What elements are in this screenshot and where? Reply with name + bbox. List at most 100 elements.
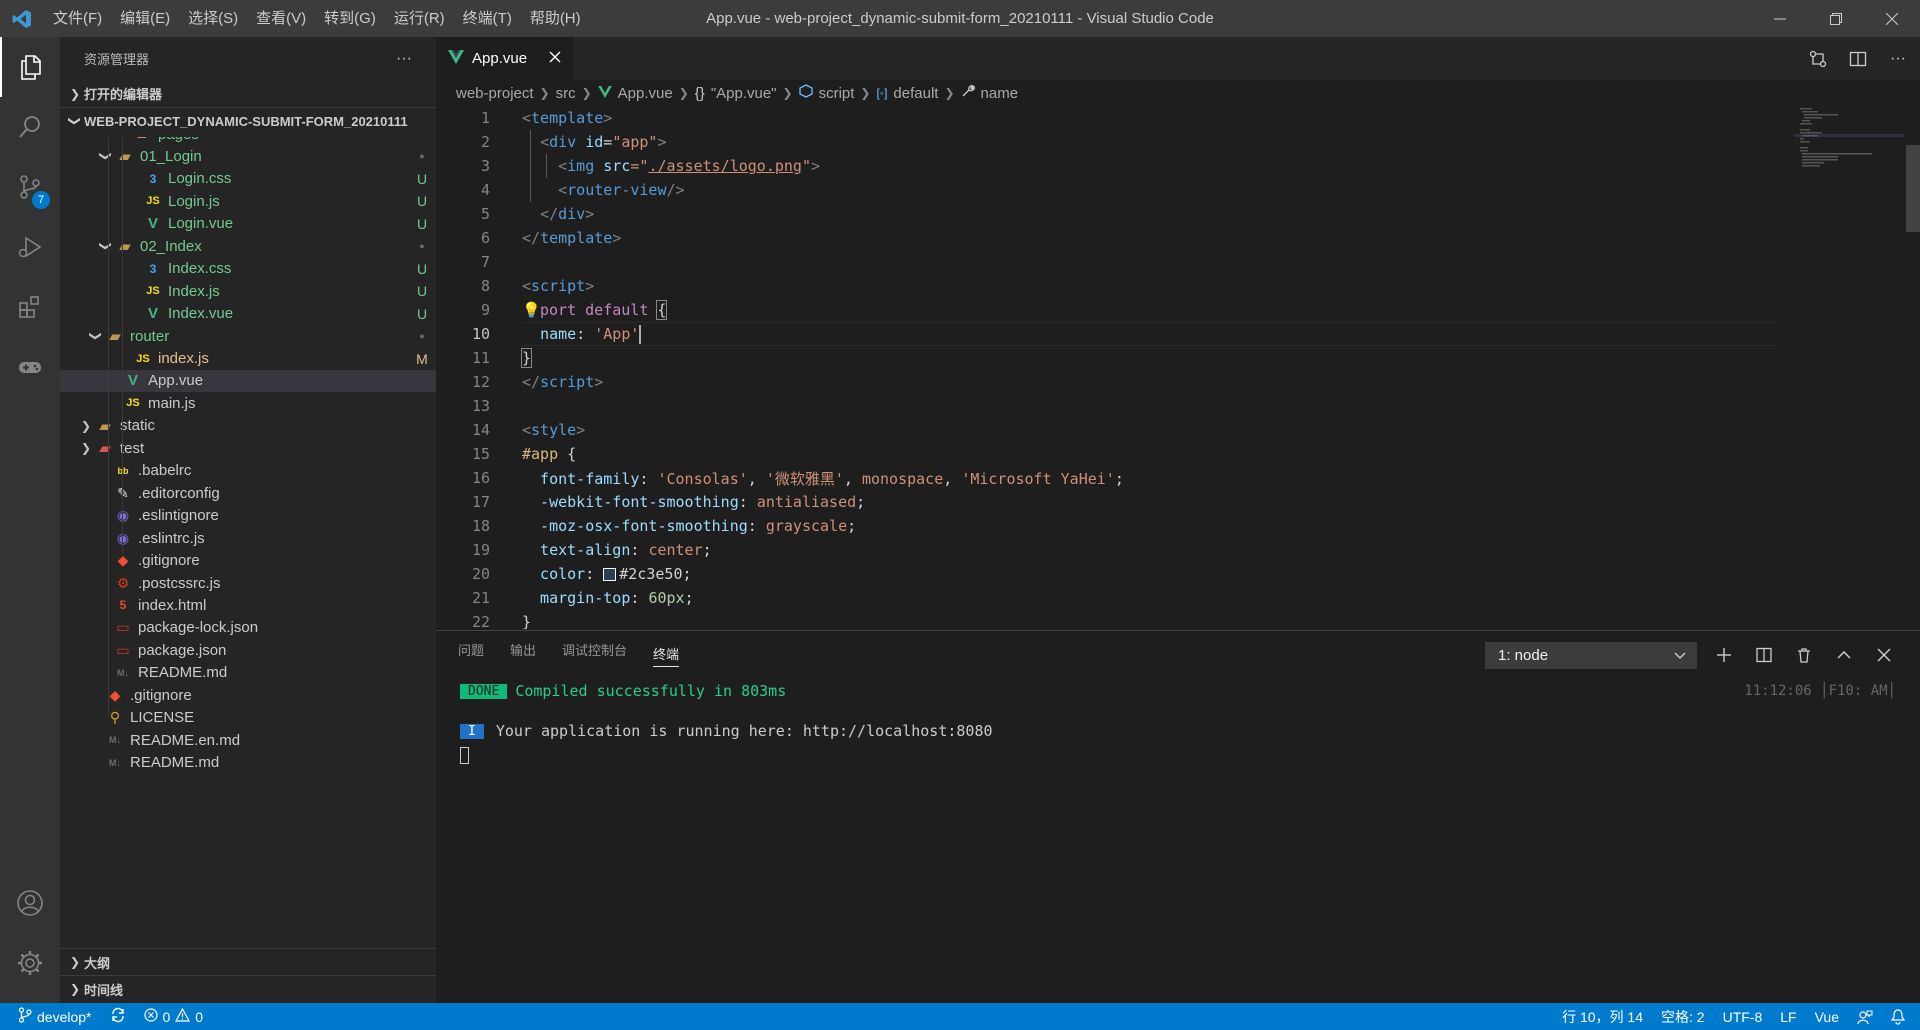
tree-item[interactable]: ❯ ▰ 02_Index ● [60,235,436,257]
tree-item[interactable]: JS Index.js U [60,280,436,302]
open-changes-icon[interactable] [1802,43,1834,75]
end-of-line[interactable]: LF [1771,1003,1805,1030]
line-number: 7 [480,253,490,271]
extensions-icon[interactable] [0,277,60,337]
editor-scrollbar[interactable] [1906,145,1920,232]
explorer-icon[interactable] [0,37,60,97]
tree-item[interactable]: ❯ ▰ router ● [60,325,436,347]
breadcrumb-item[interactable]: script [819,85,855,102]
breadcrumb-item[interactable]: src [556,85,576,102]
chevron-right-icon: ❯ [69,982,81,996]
menu-help[interactable]: 帮助(H) [521,0,590,37]
tree-item[interactable]: M↓ README.md [60,662,436,684]
tree-item[interactable]: ✎.editorconfig [60,482,436,504]
branch-status[interactable]: develop* [0,1003,101,1030]
terminal-select[interactable]: 1: node [1485,642,1697,669]
tree-item[interactable]: 3 Login.css U [60,168,436,190]
sync-button[interactable] [101,1003,135,1030]
search-icon[interactable] [0,97,60,157]
split-terminal-icon[interactable] [1750,641,1778,669]
minimize-button[interactable] [1752,0,1808,37]
language-mode[interactable]: Vue [1806,1003,1848,1030]
menu-file[interactable]: 文件(F) [44,0,111,37]
close-tab-icon[interactable] [549,50,561,67]
git-status: ● [419,331,425,342]
terminal-output[interactable]: DONE Compiled successfully in 803ms I Yo… [460,679,993,767]
new-terminal-icon[interactable] [1710,641,1738,669]
tab-problems[interactable]: 问题 [458,631,484,671]
tree-item[interactable]: V App.vue [60,369,436,392]
tree-item[interactable]: ⚲ LICENSE [60,707,436,729]
menu-edit[interactable]: 编辑(E) [111,0,179,37]
tab-debug-console[interactable]: 调试控制台 [562,631,627,671]
settings-gear-icon[interactable] [0,933,60,993]
tree-item[interactable]: ▰ pages [60,137,436,145]
html-icon: 5 [119,598,127,613]
menu-terminal[interactable]: 终端(T) [454,0,521,37]
tree-item[interactable]: ⚙ .postcssrc.js [60,572,436,594]
tree-item[interactable]: 5 index.html [60,594,436,616]
tree-item[interactable]: M↓ README.md [60,752,436,774]
menu-selection[interactable]: 选择(S) [179,0,247,37]
cursor-position[interactable]: 行 10，列 14 [1553,1003,1652,1030]
tree-item[interactable]: bb .babelrc [60,460,436,482]
breadcrumb-item[interactable]: web-project [456,85,534,102]
source-control-icon[interactable]: 7 [0,157,60,217]
tree-item[interactable]: 3 Index.css U [60,258,436,280]
encoding[interactable]: UTF-8 [1714,1003,1772,1030]
menu-go[interactable]: 转到(G) [315,0,385,37]
problems-status[interactable]: 0 0 [135,1003,213,1030]
tree-item[interactable]: ▭ package-lock.json [60,617,436,639]
accounts-icon[interactable] [0,873,60,933]
tree-item[interactable]: ◆ .gitignore [60,684,436,706]
feedback-icon[interactable] [1848,1003,1882,1030]
tree-item[interactable]: ❯ ▰ test [60,437,436,459]
split-editor-icon[interactable] [1842,43,1874,75]
tree-item[interactable]: ◉ .eslintrc.js [60,527,436,549]
remote-gamepad-icon[interactable] [0,337,60,397]
close-window-button[interactable] [1864,0,1920,37]
code-line: 9 💡port default { [436,298,1776,322]
indentation[interactable]: 空格: 2 [1652,1003,1714,1030]
outline-section[interactable]: ❯ 大纲 [60,948,436,975]
minimap[interactable] [1794,106,1904,196]
tab-output[interactable]: 输出 [510,631,536,671]
tree-item[interactable]: ◆ .gitignore [60,550,436,572]
menu-run[interactable]: 运行(R) [385,0,454,37]
breadcrumb-item[interactable]: name [981,85,1019,102]
notifications-bell-icon[interactable] [1882,1003,1914,1030]
tree-item[interactable]: ◉ .eslintignore [60,505,436,527]
tree-item[interactable]: M↓ README.en.md [60,729,436,751]
maximize-panel-icon[interactable] [1830,641,1858,669]
code-editor[interactable]: 1 <template> 2 <div id="app"> 3 <img src… [436,106,1920,629]
timeline-section[interactable]: ❯ 时间线 [60,975,436,1002]
tree-item[interactable]: ❯ ▰ static [60,415,436,437]
tab-terminal[interactable]: 终端 [653,635,680,667]
more-actions-icon[interactable]: ··· [1882,43,1914,75]
menu-view[interactable]: 查看(V) [247,0,315,37]
tab-app-vue[interactable]: App.vue [436,37,574,80]
tree-item[interactable]: V Login.vue U [60,213,436,235]
breadcrumb-item[interactable]: App.vue [618,85,673,102]
chevron-right-icon: ❯ [944,86,955,100]
tree-item[interactable]: JS main.js [60,392,436,414]
tree-item[interactable]: ❯ ▰ 01_Login ● [60,145,436,167]
tree-item-label: index.html [138,596,207,614]
tree-item[interactable]: JS Login.js U [60,190,436,212]
tree-item[interactable]: ▭ package.json [60,639,436,661]
chevron-down-icon: ❯ [99,151,113,162]
close-panel-icon[interactable] [1870,641,1898,669]
color-swatch[interactable] [603,568,617,581]
tree-item[interactable]: JS index.js M [60,348,436,370]
project-section[interactable]: ❯ WEB-PROJECT_DYNAMIC-SUBMIT-FORM_202101… [60,107,436,134]
run-debug-icon[interactable] [0,217,60,277]
breadcrumb-item[interactable]: "App.vue" [711,85,777,102]
more-actions-button[interactable]: ··· [396,50,412,68]
lightbulb-icon[interactable]: 💡 [522,301,541,319]
tree-item[interactable]: V Index.vue U [60,303,436,325]
breadcrumb-item[interactable]: default [893,85,938,102]
asset-link[interactable]: ./assets/logo.png [648,157,802,175]
restore-button[interactable] [1808,0,1864,37]
open-editors-section[interactable]: ❯ 打开的编辑器 [60,80,436,107]
trash-icon[interactable] [1790,641,1818,669]
